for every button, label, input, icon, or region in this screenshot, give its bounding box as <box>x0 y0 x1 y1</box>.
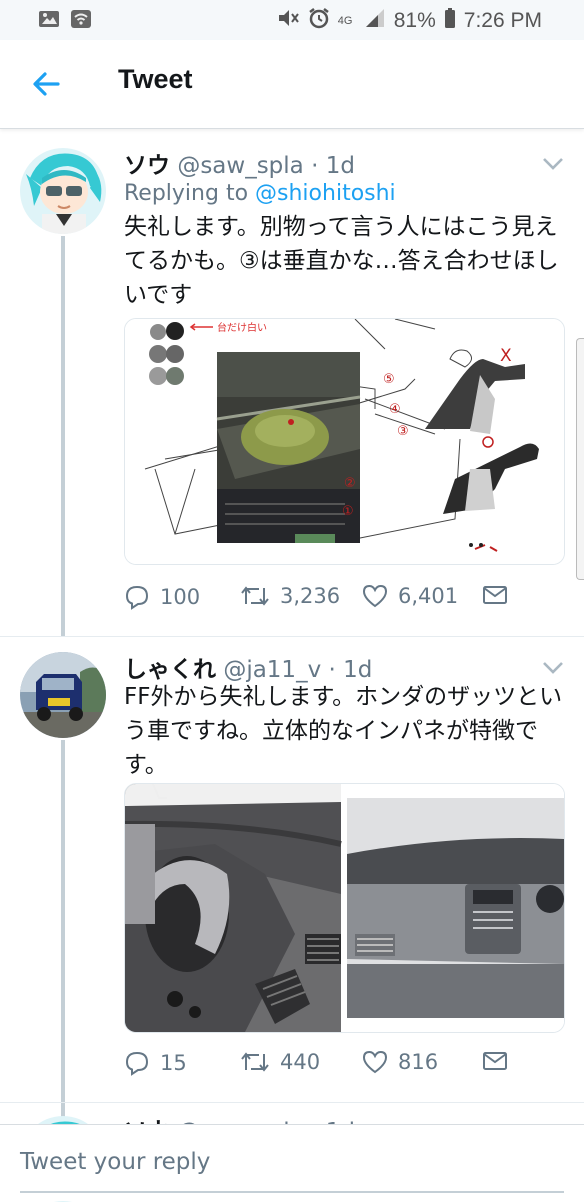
label-2: ② <box>344 476 356 491</box>
timestamp: · 1d <box>311 153 355 179</box>
retweet-button[interactable]: 440 <box>240 1050 320 1074</box>
replying-to: Replying to @shiohitoshi <box>124 181 396 206</box>
reply-button[interactable]: 15 <box>124 1050 187 1076</box>
tweet-text: 失礼します。別物って言う人にはこう見えてるかも。③は垂直かな…答え合わせほしいで… <box>124 214 559 308</box>
mark-x: X <box>500 346 512 366</box>
mark-o-text: O <box>125 319 126 320</box>
image-icon <box>38 9 60 33</box>
tweet-header: しゃくれ @ja11_v · 1d <box>124 650 372 684</box>
message-icon <box>483 1052 507 1070</box>
label-3: ③ <box>397 424 409 439</box>
tweet-image-group <box>124 783 565 1033</box>
tweet-image-right[interactable] <box>347 784 564 1032</box>
back-arrow-icon <box>33 72 60 96</box>
tweet-image-left[interactable] <box>125 784 342 1032</box>
reply-input-underline <box>20 1191 564 1193</box>
retweet-icon <box>241 586 269 606</box>
mute-icon <box>276 7 300 35</box>
chevron-down-icon <box>543 662 563 674</box>
avatar[interactable] <box>20 148 106 234</box>
share-button[interactable] <box>482 584 508 606</box>
avatar[interactable] <box>20 652 106 738</box>
replying-label: Replying to <box>124 181 256 206</box>
divider <box>0 1102 584 1103</box>
chevron-down-icon <box>543 158 563 170</box>
tweet-header: ソウ @saw_spla · 1d <box>124 146 355 180</box>
share-button[interactable] <box>482 1050 508 1072</box>
reply-icon <box>125 585 149 610</box>
like-count: 816 <box>398 1050 439 1074</box>
wifi-icon <box>70 9 92 33</box>
label-1: ① <box>342 504 354 519</box>
label-5: ⑤ <box>383 372 395 387</box>
reply-count: 15 <box>160 1051 187 1075</box>
page-title: Tweet <box>118 64 193 94</box>
back-button[interactable] <box>28 66 64 102</box>
replying-to-link[interactable]: @shiohitoshi <box>255 181 396 206</box>
username[interactable]: @saw_spla <box>177 153 303 179</box>
sketch-note: 台だけ白い <box>217 321 267 334</box>
like-button[interactable]: 6,401 <box>362 584 458 608</box>
like-count: 6,401 <box>398 584 459 608</box>
status-bar: 4G 81% 7:26 PM <box>0 0 584 40</box>
reply-composer: Tweet your reply <box>0 1124 584 1201</box>
retweet-button[interactable]: 3,236 <box>240 584 340 608</box>
message-icon <box>483 586 507 604</box>
like-icon <box>362 1050 388 1074</box>
divider <box>0 636 584 637</box>
tweet-text: FF外から失礼します。ホンダのザッツという車ですね。立体的なインパネが特徴です。 <box>124 684 563 778</box>
tweet-actions: 100 3,236 6,401 <box>124 584 514 614</box>
battery-percent: 81% <box>393 9 436 32</box>
reply-button[interactable]: 100 <box>124 584 200 610</box>
like-button[interactable]: 816 <box>362 1050 438 1074</box>
tweet-menu-button[interactable] <box>542 660 564 674</box>
retweet-icon <box>241 1052 269 1072</box>
app-header: Tweet <box>0 40 584 129</box>
tweet-actions: 15 440 816 <box>124 1050 514 1080</box>
display-name[interactable]: ソウ <box>124 153 170 179</box>
retweet-count: 3,236 <box>280 584 341 608</box>
thread-line <box>61 740 65 1120</box>
network-type: 4G <box>337 14 353 27</box>
reply-input[interactable]: Tweet your reply <box>20 1149 210 1175</box>
tweet-image[interactable]: 台だけ白い ⑤ ④ ③ ② ① X O <box>124 318 565 565</box>
like-icon <box>362 584 388 608</box>
alarm-icon <box>308 7 330 35</box>
scrollbar[interactable] <box>576 338 584 580</box>
signal-icon <box>364 7 386 35</box>
retweet-count: 440 <box>280 1050 321 1074</box>
label-4: ④ <box>389 402 401 417</box>
reply-icon <box>125 1051 149 1076</box>
clock: 7:26 PM <box>463 9 542 32</box>
battery-icon <box>444 7 456 35</box>
reply-count: 100 <box>160 585 201 609</box>
thread-line <box>61 236 65 636</box>
tweet-menu-button[interactable] <box>542 156 564 170</box>
